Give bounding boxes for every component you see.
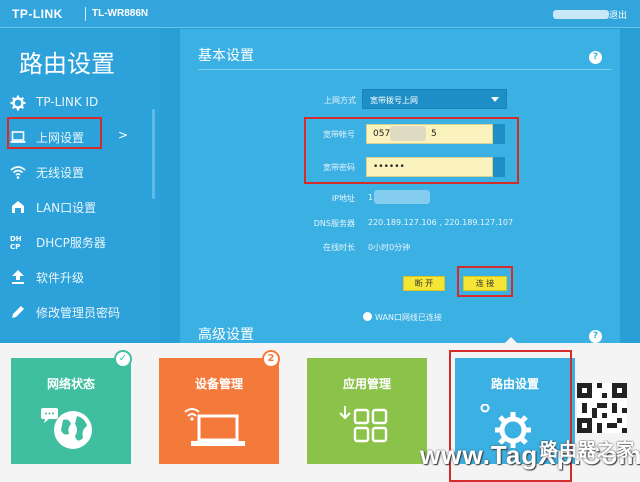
pencil-icon bbox=[12, 306, 24, 318]
sidebar-item-label: DHCP服务器 bbox=[36, 236, 106, 250]
highlight-box-credentials bbox=[304, 117, 519, 184]
connection-type-select[interactable]: 宽带拨号上网 bbox=[362, 89, 507, 109]
dhcp-icon: DH CP bbox=[10, 235, 22, 250]
basic-settings-title: 基本设置 bbox=[198, 48, 254, 64]
connection-type-label: 上网方式 bbox=[324, 96, 356, 105]
logout-link[interactable]: 退出 bbox=[609, 8, 627, 21]
sidebar-item-tplink-id[interactable]: TP-LINK ID bbox=[0, 86, 150, 120]
sidebar-title: 路由设置 bbox=[19, 50, 115, 78]
gear-icon bbox=[10, 95, 26, 111]
redacted-ip-segment bbox=[374, 190, 430, 204]
active-tile-pointer bbox=[504, 337, 518, 344]
wan-status-indicator bbox=[363, 312, 372, 321]
svg-text:CP: CP bbox=[10, 243, 20, 250]
tile-app-management[interactable]: 应用管理 bbox=[307, 358, 427, 464]
online-time-label: 在线时长 bbox=[323, 243, 355, 252]
sidebar-item-label: TP-LINK ID bbox=[36, 95, 99, 109]
laptop-wifi-icon bbox=[184, 408, 245, 446]
chevron-right-icon: > bbox=[118, 128, 129, 142]
dns-label: DNS服务器 bbox=[313, 219, 355, 228]
sidebar-item-upgrade[interactable]: 软件升级 bbox=[0, 260, 150, 294]
qr-code-icon bbox=[577, 383, 627, 433]
svg-text:DH: DH bbox=[10, 235, 22, 243]
tile-label: 应用管理 bbox=[342, 377, 391, 391]
sidebar-scrollbar[interactable] bbox=[152, 109, 155, 199]
sidebar-item-wireless[interactable]: 无线设置 bbox=[0, 155, 150, 189]
sidebar-item-label: LAN口设置 bbox=[36, 201, 97, 215]
top-bar: TP-LINK TL-WR886N 退出 bbox=[0, 0, 640, 28]
tile-device-count-badge: 2 bbox=[262, 350, 280, 368]
globe-icon bbox=[41, 408, 92, 449]
ip-label: IP地址 bbox=[331, 194, 355, 203]
sidebar-item-label: 无线设置 bbox=[36, 166, 85, 180]
apps-grid-icon bbox=[339, 406, 388, 443]
tile-label: 网络状态 bbox=[46, 377, 95, 391]
router-model: TL-WR886N bbox=[92, 8, 149, 19]
tile-device-management[interactable]: 设备管理 bbox=[159, 358, 279, 464]
tile-label: 设备管理 bbox=[194, 377, 243, 391]
sidebar: 路由设置 TP-LINK ID 上网设置 > 无线设置 LAN口设置 DH CP… bbox=[0, 29, 160, 340]
online-time-value: 0小时0分钟 bbox=[368, 243, 411, 252]
chevron-down-icon bbox=[491, 97, 499, 102]
sidebar-item-dhcp[interactable]: DH CP DHCP服务器 bbox=[0, 225, 150, 259]
advanced-settings-title[interactable]: 高级设置 bbox=[198, 324, 254, 344]
sidebar-item-label: 修改管理员密码 bbox=[36, 306, 121, 320]
tile-network-status[interactable]: 网络状态 bbox=[11, 358, 131, 464]
tile-status-check-icon: ✓ bbox=[114, 350, 132, 368]
brand-divider bbox=[85, 7, 86, 21]
sidebar-item-lan[interactable]: LAN口设置 bbox=[0, 190, 150, 224]
section-divider bbox=[198, 69, 612, 70]
main-panel bbox=[180, 29, 620, 343]
dns-value: 220.189.127.106 , 220.189.127.107 bbox=[368, 218, 514, 227]
watermark: www.TagXp.Com 路由器之家 bbox=[420, 440, 640, 482]
ip-value: 1 bbox=[368, 193, 374, 202]
help-icon[interactable]: ? bbox=[589, 330, 602, 343]
disconnect-button[interactable]: 断 开 bbox=[403, 276, 445, 291]
sidebar-item-admin-password[interactable]: 修改管理员密码 bbox=[0, 295, 150, 329]
wan-status-text: WAN口网线已连接 bbox=[375, 313, 442, 322]
highlight-box-internet bbox=[7, 117, 102, 149]
sidebar-item-label: 软件升级 bbox=[36, 271, 85, 285]
highlight-box-connect bbox=[457, 266, 513, 297]
brand-logo: TP-LINK bbox=[12, 7, 63, 21]
wifi-icon bbox=[10, 166, 26, 179]
help-icon[interactable]: ? bbox=[589, 51, 602, 64]
upload-icon bbox=[12, 270, 24, 284]
username-redacted bbox=[553, 10, 609, 19]
lan-icon bbox=[12, 201, 24, 213]
watermark-site-name: 路由器之家 bbox=[540, 440, 635, 460]
connection-type-value: 宽带拨号上网 bbox=[370, 96, 418, 105]
